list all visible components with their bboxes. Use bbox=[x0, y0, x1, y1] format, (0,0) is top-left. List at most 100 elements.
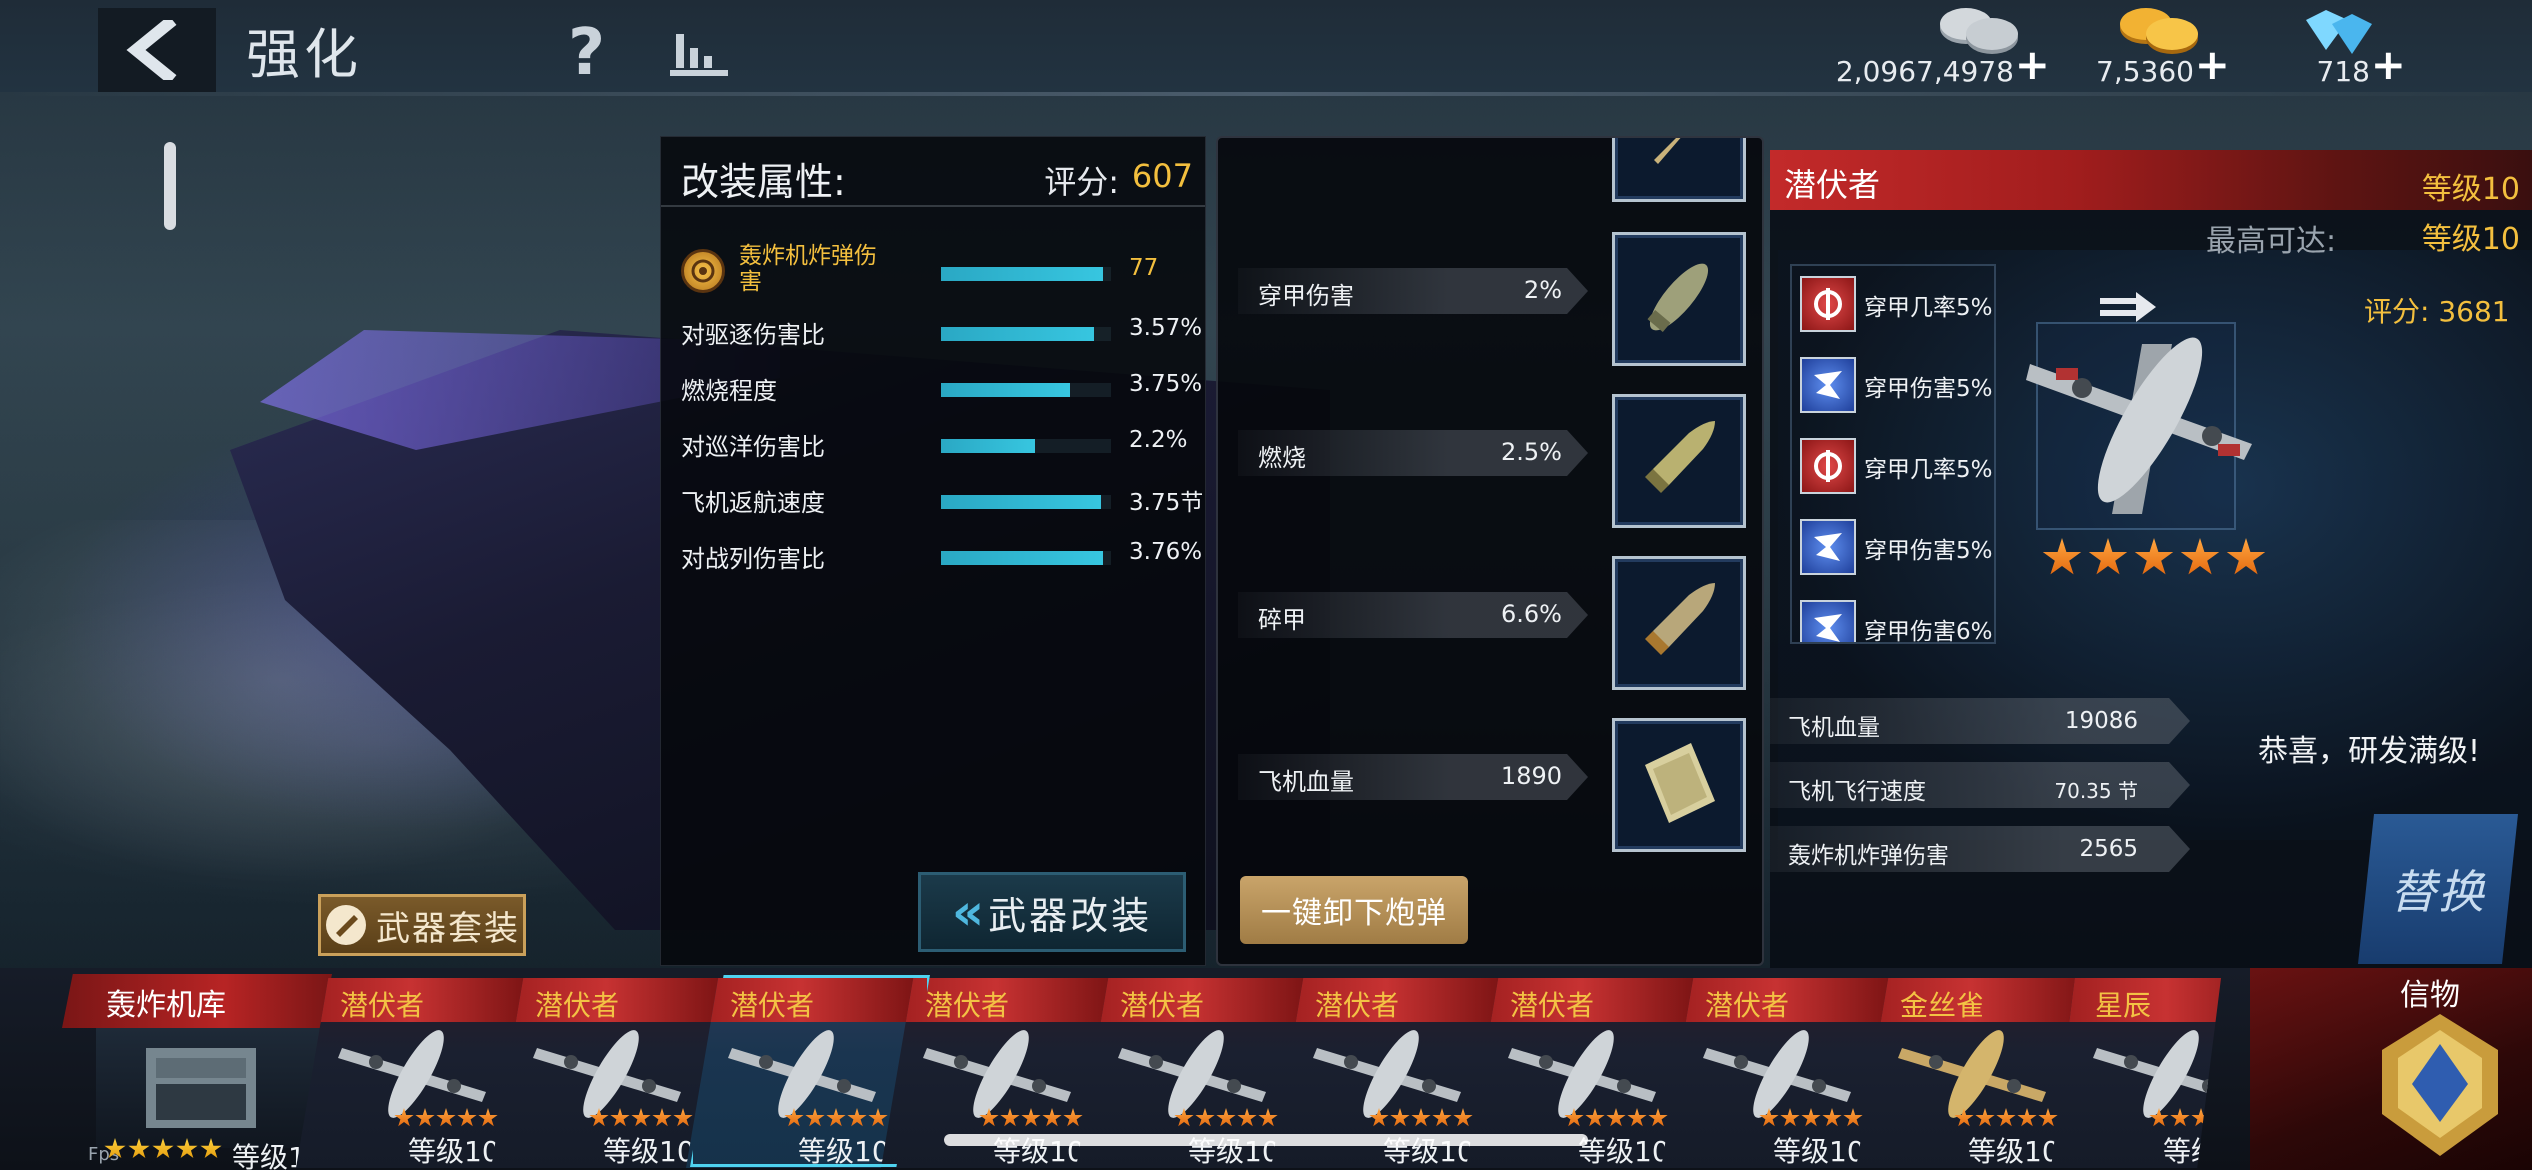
stat-value: 2565 bbox=[2079, 836, 2138, 862]
aircraft-card[interactable]: 潜伏者 等级10 bbox=[491, 978, 721, 1168]
stat-value: 19086 bbox=[2064, 708, 2138, 734]
stat-name: 轰炸机炸弹伤害 bbox=[1788, 843, 1949, 869]
stat-name: 飞机飞行速度 bbox=[1788, 779, 1926, 805]
star-icon bbox=[1237, 1108, 1257, 1127]
shell-row: 碎甲 6.6% bbox=[1218, 548, 1762, 690]
token-medal-icon[interactable] bbox=[2370, 1010, 2510, 1160]
back-arrow-icon bbox=[126, 20, 177, 80]
star-icon bbox=[589, 1108, 609, 1127]
star-icon bbox=[673, 1108, 693, 1127]
weapon-modify-button[interactable]: « 武器改装 bbox=[918, 872, 1186, 952]
aircraft-card-level: 等级10 bbox=[2163, 1135, 2220, 1168]
skill-item[interactable]: 穿甲伤害5% bbox=[1798, 353, 1994, 419]
shell-panel: 穿甲伤害 2% 燃烧 2.5% 碎甲 6.6% 飞机血量 1890 一键卸下炮弹 bbox=[1216, 136, 1764, 966]
scroll-handle[interactable] bbox=[164, 142, 176, 230]
star-icon bbox=[610, 1108, 630, 1127]
attribute-value: 3.75节 bbox=[1129, 490, 1204, 516]
attribute-bar-fill bbox=[941, 267, 1103, 281]
star-icon bbox=[1627, 1108, 1647, 1127]
skill-item[interactable]: 穿甲伤害5% bbox=[1798, 515, 1994, 581]
skill-label: 穿甲几率5% bbox=[1864, 457, 1993, 483]
star-icon bbox=[2191, 1108, 2211, 1127]
aircraft-card[interactable]: 潜伏者 等级10 bbox=[296, 978, 526, 1168]
aircraft-card-level: 等级10 bbox=[798, 1135, 890, 1168]
incendiary-shell-icon bbox=[1631, 411, 1727, 511]
add-diamond-button[interactable]: + bbox=[2371, 44, 2406, 86]
star-icon bbox=[652, 1108, 672, 1127]
star-icon bbox=[1063, 1108, 1083, 1127]
star-icon bbox=[805, 1108, 825, 1127]
shell-slot[interactable] bbox=[1612, 718, 1746, 852]
aircraft-card[interactable]: 潜伏者 等级10 bbox=[1661, 978, 1891, 1168]
shell-attribute-name: 燃烧 bbox=[1258, 444, 1306, 472]
skill-list[interactable]: 穿甲几率5% 穿甲伤害5% 穿甲几率5% 穿甲伤害5% 穿甲伤害6% bbox=[1790, 264, 1996, 644]
star-icon bbox=[478, 1108, 498, 1127]
skill-item[interactable]: 穿甲几率5% bbox=[1798, 434, 1994, 500]
star-icon bbox=[394, 1108, 414, 1127]
ranking-chart-icon[interactable] bbox=[670, 26, 730, 78]
star-icon bbox=[457, 1108, 477, 1127]
shell-slot-partial[interactable] bbox=[1612, 138, 1746, 202]
add-silver-button[interactable]: + bbox=[2015, 44, 2050, 86]
token-title: 信物 bbox=[2400, 978, 2460, 1013]
attribute-bar bbox=[941, 327, 1111, 341]
aircraft-card[interactable]: 金丝雀 等级10 bbox=[1856, 978, 2086, 1168]
star-icon bbox=[1021, 1108, 1041, 1127]
aircraft-card[interactable]: 星辰等级10 bbox=[2051, 978, 2221, 1168]
shell-slot[interactable] bbox=[1612, 232, 1746, 366]
replace-button[interactable]: 替换 bbox=[2358, 814, 2518, 964]
double-chevron-left-icon: « bbox=[951, 883, 985, 941]
weapon-suit-button[interactable]: 武器套装 bbox=[318, 894, 526, 956]
top-bar-divider bbox=[0, 92, 2532, 96]
max-level-value: 等级10 bbox=[2421, 222, 2520, 257]
star-icon bbox=[1042, 1108, 1062, 1127]
gold-coin-icon bbox=[2120, 8, 2198, 54]
add-gold-button[interactable]: + bbox=[2195, 44, 2230, 86]
star-icon bbox=[1801, 1108, 1821, 1127]
skill-item[interactable]: 穿甲伤害6% bbox=[1798, 596, 1994, 642]
aircraft-card-level: 等级10 bbox=[603, 1135, 695, 1168]
aircraft-card-stars bbox=[1759, 1108, 1863, 1128]
stat-row: 飞机飞行速度 70.35 节 bbox=[1770, 762, 2190, 808]
star-icon bbox=[1564, 1108, 1584, 1127]
skill-label: 穿甲伤害5% bbox=[1864, 376, 1993, 402]
help-icon[interactable]: ? bbox=[568, 16, 605, 90]
aircraft-card-stars bbox=[2149, 1108, 2221, 1128]
aircraft-card-level: 等级10 bbox=[408, 1135, 500, 1168]
star-icon bbox=[1606, 1108, 1626, 1127]
attribute-bar-fill bbox=[941, 439, 1035, 453]
back-button[interactable] bbox=[98, 8, 216, 92]
attribute-value: 3.75% bbox=[1129, 371, 1203, 397]
aircraft-card[interactable]: 潜伏者 等级10 bbox=[686, 978, 916, 1168]
weapon-modify-label: 武器改装 bbox=[988, 893, 1153, 938]
attribute-bar bbox=[941, 439, 1111, 453]
bomb-damage-icon bbox=[681, 249, 725, 293]
skill-label: 穿甲伤害5% bbox=[1864, 538, 1993, 564]
hangar-building-image[interactable] bbox=[96, 1028, 326, 1148]
star-icon bbox=[1432, 1108, 1452, 1127]
star-icon bbox=[1822, 1108, 1842, 1127]
attribute-name: 轰炸机炸弹伤害 bbox=[739, 243, 877, 295]
star-icon bbox=[1390, 1108, 1410, 1127]
shell-attribute-name: 碎甲 bbox=[1258, 606, 1306, 634]
attribute-value: 3.57% bbox=[1129, 315, 1203, 341]
hangar-title: 轰炸机库 bbox=[106, 988, 226, 1023]
aircraft-card-stars bbox=[784, 1108, 888, 1128]
panel-title: 改装属性: bbox=[681, 160, 846, 204]
aircraft-card-stars bbox=[394, 1108, 498, 1128]
attribute-name: 飞机返航速度 bbox=[681, 489, 825, 517]
unload-all-shells-button[interactable]: 一键卸下炮弹 bbox=[1240, 876, 1468, 944]
shell-slot[interactable] bbox=[1612, 394, 1746, 528]
shell-attribute-value: 2.5% bbox=[1501, 438, 1562, 466]
skill-item[interactable]: 穿甲几率5% bbox=[1798, 272, 1994, 338]
star-icon bbox=[1954, 1108, 1974, 1127]
shell-slot[interactable] bbox=[1612, 556, 1746, 690]
star-icon bbox=[128, 1138, 150, 1159]
aircraft-level: 等级10 bbox=[2421, 172, 2520, 207]
attribute-bar bbox=[941, 495, 1111, 509]
star-icon bbox=[2088, 538, 2128, 575]
silver-amount: 2,0967,4978 bbox=[1835, 55, 2014, 88]
star-icon bbox=[2212, 1108, 2221, 1127]
transfer-arrows-icon[interactable] bbox=[2100, 292, 2156, 322]
stat-name: 飞机血量 bbox=[1788, 715, 1880, 741]
